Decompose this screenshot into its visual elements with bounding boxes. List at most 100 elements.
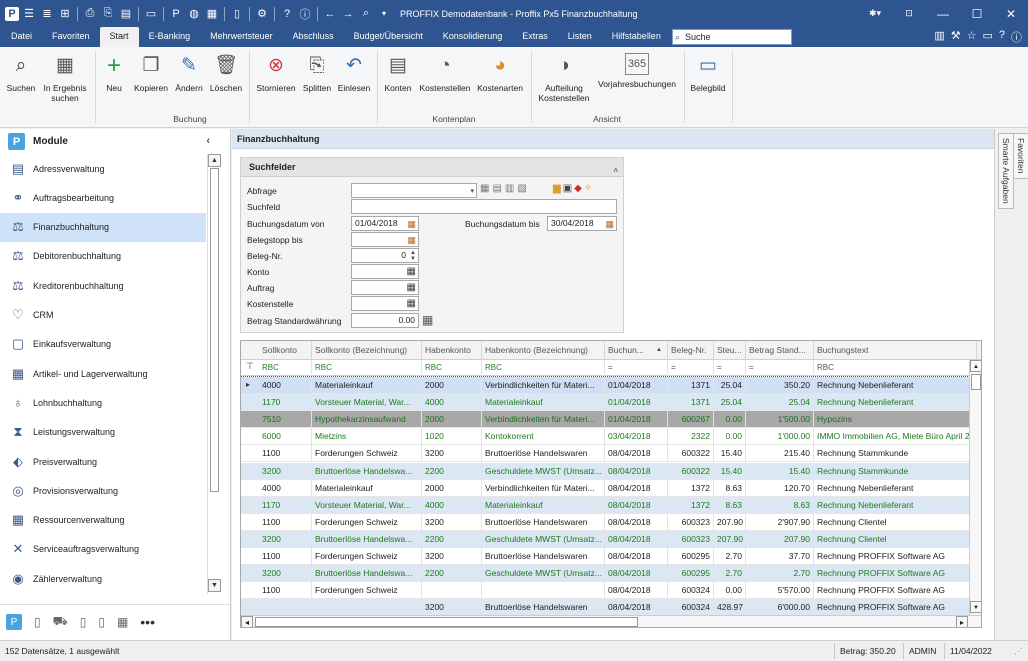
table-horizontal-scrollbar[interactable]: ◂ ▸ <box>241 615 981 627</box>
column-header[interactable]: Beleg-Nr. <box>668 341 714 360</box>
kostenstelle-input[interactable]: ▦ <box>351 296 419 311</box>
filter-cell[interactable]: RBC <box>422 360 482 376</box>
proffix-app-icon[interactable]: P <box>5 6 19 21</box>
datum-von-input[interactable]: 01/04/2018 ▦ <box>351 216 419 231</box>
datum-bis-input[interactable]: 30/04/2018 ▦ <box>547 216 617 231</box>
table-row[interactable]: ▸ 4000 Materialeinkauf 2000 Verbindlichkeite… <box>241 376 977 395</box>
document-icon[interactable]: ▯ <box>229 6 245 22</box>
sidebar-item-crm[interactable]: ♡ CRM <box>0 301 206 330</box>
gear-icon[interactable]: ⚙ <box>254 6 270 22</box>
filter-cell[interactable]: RBC <box>482 360 605 376</box>
tab-extras[interactable]: Extras <box>512 27 558 47</box>
theme-icon[interactable]: ✱▾ <box>858 0 892 27</box>
filter-cell[interactable]: = <box>668 360 714 376</box>
sidebar-item-debitorenbuchhaltung[interactable]: ⚖ Debitorenbuchhaltung <box>0 242 206 271</box>
table-row[interactable]: 3200 Bruttoerlöse Handelswaren 08/04/2018 6… <box>241 599 977 617</box>
table-row[interactable]: 3200 Bruttoerlöse Handelswa... 2200 Geschul… <box>241 530 977 548</box>
dashboard-icon[interactable]: ▦ <box>204 6 220 22</box>
tab-favoriten[interactable]: Favoriten <box>42 27 100 47</box>
column-header[interactable]: Betrag Stand... <box>746 341 814 360</box>
aendern-button[interactable]: ✎ Ändern <box>173 53 205 93</box>
tab-listen[interactable]: Listen <box>558 27 602 47</box>
column-header[interactable]: Sollkonto <box>259 341 312 360</box>
abfrage-select[interactable]: ▾ <box>351 183 477 198</box>
sidebar-item-provisionsverwaltung[interactable]: ◎ Provisionsverwaltung <box>0 476 206 505</box>
sidebar-item-einkaufsverwaltung[interactable]: ▢ Einkaufsverwaltung <box>0 330 206 359</box>
book-icon[interactable]: ▯ <box>80 615 87 629</box>
column-header[interactable]: Habenkonto <box>422 341 482 360</box>
open-folder-icon[interactable]: ▆ <box>553 183 561 194</box>
info-circle-icon[interactable]: ⓘ <box>1011 29 1022 45</box>
calendar-icon[interactable]: ▦ <box>407 234 416 247</box>
table-row[interactable]: 1100 Forderungen Schweiz 3200 Bruttoerlöse … <box>241 445 977 463</box>
calculator-icon[interactable]: ▦ <box>422 313 433 327</box>
belegstopp-input[interactable]: ▦ <box>351 232 419 247</box>
table-icon[interactable]: ▦ <box>117 615 128 629</box>
sidebar-item-ressourcenverwaltung[interactable]: ▦ Ressourcenverwaltung <box>0 506 206 535</box>
tab-hilfstabellen[interactable]: Hilfstabellen <box>602 27 671 47</box>
grid-lookup-icon[interactable]: ▦ <box>407 297 416 310</box>
restore-layout-icon[interactable]: ⊡ <box>892 0 926 27</box>
suchfeld-input[interactable] <box>351 199 617 214</box>
list-icon[interactable]: ☰ <box>21 6 37 22</box>
eraser-icon[interactable]: ◆ <box>574 183 582 194</box>
comment-icon[interactable]: ▭ <box>982 29 992 45</box>
collapse-chevron-icon[interactable]: ‹ <box>206 135 210 147</box>
konto-input[interactable]: ▦ <box>351 264 419 279</box>
sidebar-item-kreditorenbuchhaltung[interactable]: ⚖ Kreditorenbuchhaltung <box>0 271 206 300</box>
dropdown-icon[interactable]: ▾ <box>376 6 392 22</box>
tab-favoriten-side[interactable]: Favoriten <box>1013 133 1028 179</box>
sidebar-item-preisverwaltung[interactable]: ⬖ Preisverwaltung <box>0 447 206 476</box>
sidebar-item-auftragsbearbeitung[interactable]: ⚭ Auftragsbearbeitung <box>0 183 206 212</box>
car-icon[interactable]: ⛟ <box>53 614 68 630</box>
filter-cell[interactable]: = <box>605 360 668 376</box>
close-button[interactable]: ✕ <box>994 0 1028 27</box>
auftrag-input[interactable]: ▦ <box>351 280 419 295</box>
filter-cell[interactable]: = <box>746 360 814 376</box>
table-row[interactable]: 1100 Forderungen Schweiz 3200 Bruttoerlöse … <box>241 513 977 531</box>
print-preview-icon[interactable]: ⎘ <box>100 6 116 22</box>
einlesen-button[interactable]: ↶ Einlesen <box>336 53 372 93</box>
loeschen-button[interactable]: 🗑 Löschen <box>208 53 244 93</box>
sidebar-item-serviceauftragsverwaltung[interactable]: ✕ Serviceauftragsverwaltung <box>0 535 206 564</box>
proffix-icon[interactable]: P <box>168 6 184 22</box>
add-list-icon[interactable]: ⊞ <box>57 6 73 22</box>
vorjahresbuchungen-button[interactable]: 365 Vorjahresbuchungen <box>596 53 678 89</box>
spinner-icon[interactable]: ▲ ▼ <box>410 250 416 262</box>
stornieren-button[interactable]: ⊗ Stornieren <box>254 53 298 93</box>
more-icon[interactable]: ••• <box>140 614 155 630</box>
table-row[interactable]: 3200 Bruttoerlöse Handelswa... 2200 Geschul… <box>241 462 977 480</box>
chart-icon[interactable]: ▥ <box>934 29 944 45</box>
tab-abschluss[interactable]: Abschluss <box>283 27 344 47</box>
sidebar-item-finanzbuchhaltung[interactable]: ⚖ Finanzbuchhaltung <box>0 212 206 242</box>
aufteilung-kostenstellen-button[interactable]: ◑ Aufteilung Kostenstellen <box>535 53 593 103</box>
table-scroll-thumb[interactable] <box>971 374 981 390</box>
print-options-icon[interactable]: ▤ <box>118 6 134 22</box>
scroll-left-icon[interactable]: ◂ <box>241 616 253 627</box>
table-vertical-scrollbar[interactable]: ▲ ▼ <box>969 360 981 615</box>
scroll-up-icon[interactable]: ▲ <box>970 360 981 372</box>
search-web-icon[interactable]: ⌕ <box>358 6 374 22</box>
scroll-right-icon[interactable]: ▸ <box>956 616 968 627</box>
konten-button[interactable]: ▤ Konten <box>381 53 415 93</box>
belegbild-button[interactable]: ▭ Belegbild <box>689 53 727 93</box>
print-icon[interactable]: ⎙ <box>82 6 98 22</box>
help-icon[interactable]: ? <box>279 6 295 22</box>
filter-cell[interactable]: RBC <box>814 360 977 376</box>
star-icon[interactable]: ☆ <box>967 29 977 45</box>
neu-button[interactable]: + Neu <box>100 53 128 94</box>
in-ergebnis-suchen-button[interactable]: ▦ In Ergebnis suchen <box>40 53 90 103</box>
document-icon[interactable]: ▯ <box>34 615 41 629</box>
sidebar-scroll-thumb[interactable] <box>210 168 219 492</box>
filter-icon[interactable]: ⊤ <box>246 361 254 372</box>
book-icon[interactable]: ▯ <box>98 615 105 629</box>
filter-cell[interactable]: = <box>714 360 746 376</box>
sidebar-item-adressverwaltung[interactable]: ▤ Adressverwaltung <box>0 154 206 183</box>
search-input[interactable]: ⌕ Suche <box>672 29 792 45</box>
tab-budget[interactable]: Budget/Übersicht <box>344 27 433 47</box>
table-row[interactable]: 1100 Forderungen Schweiz 08/04/2018 600324 0… <box>241 582 977 600</box>
tab-konsolidierung[interactable]: Konsolidierung <box>433 27 513 47</box>
globe-icon[interactable]: ◍ <box>186 6 202 22</box>
column-header[interactable]: Sollkonto (Bezeichnung) <box>312 341 422 360</box>
star-icon[interactable]: ✧ <box>584 183 592 194</box>
